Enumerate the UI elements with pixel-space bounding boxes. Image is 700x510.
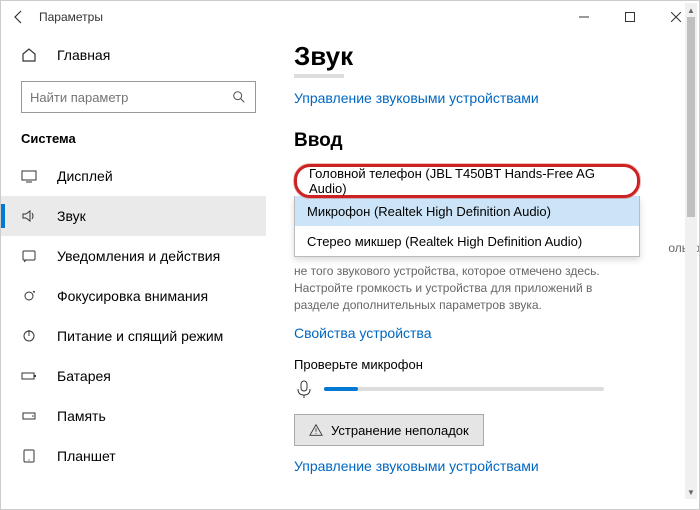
nav-label: Память xyxy=(57,408,106,424)
nav-label: Уведомления и действия xyxy=(57,248,220,264)
search-icon xyxy=(231,90,247,104)
home-label: Главная xyxy=(57,47,110,63)
manage-devices-link[interactable]: Управление звуковыми устройствами xyxy=(294,90,679,106)
storage-icon xyxy=(21,408,41,424)
dropdown-selected-text: Головной телефон (JBL T450BT Hands-Free … xyxy=(309,166,625,196)
device-properties-link[interactable]: Свойства устройства xyxy=(294,325,679,341)
test-mic-label: Проверьте микрофон xyxy=(294,357,679,372)
focus-icon xyxy=(21,288,41,304)
tablet-icon xyxy=(21,448,41,464)
sidebar-item-storage[interactable]: Память xyxy=(1,396,266,436)
troubleshoot-label: Устранение неполадок xyxy=(331,423,469,438)
manage-devices-link-2[interactable]: Управление звуковыми устройствами xyxy=(294,458,679,474)
power-icon xyxy=(21,328,41,344)
nav-label: Дисплей xyxy=(57,168,113,184)
battery-icon xyxy=(21,368,41,384)
sidebar-item-battery[interactable]: Батарея xyxy=(1,356,266,396)
nav-label: Звук xyxy=(57,208,86,224)
nav-label: Батарея xyxy=(57,368,111,384)
troubleshoot-button[interactable]: Устранение неполадок xyxy=(294,414,484,446)
sidebar-item-notifications[interactable]: Уведомления и действия xyxy=(1,236,266,276)
display-icon xyxy=(21,168,41,184)
scroll-down-icon[interactable]: ▼ xyxy=(685,485,697,499)
warning-icon xyxy=(309,423,323,437)
mic-test-row xyxy=(294,378,679,400)
nav-label: Фокусировка внимания xyxy=(57,288,208,304)
input-device-dropdown[interactable]: Головной телефон (JBL T450BT Hands-Free … xyxy=(294,164,640,257)
search-input[interactable] xyxy=(30,90,231,105)
notifications-icon xyxy=(21,248,41,264)
maximize-button[interactable] xyxy=(607,1,653,33)
dropdown-list: Микрофон (Realtek High Definition Audio)… xyxy=(294,196,640,257)
sidebar-item-sound[interactable]: Звук xyxy=(1,196,266,236)
dropdown-selected[interactable]: Головной телефон (JBL T450BT Hands-Free … xyxy=(294,164,640,198)
mic-level-fill xyxy=(324,387,358,391)
dropdown-option[interactable]: Микрофон (Realtek High Definition Audio) xyxy=(295,196,639,226)
content-area: Главная Система Дисплей Звук xyxy=(1,33,699,509)
sidebar-item-home[interactable]: Главная xyxy=(21,37,266,73)
home-icon xyxy=(21,47,41,63)
search-box[interactable] xyxy=(21,81,256,113)
window-controls xyxy=(561,1,699,33)
sidebar-item-display[interactable]: Дисплей xyxy=(1,156,266,196)
back-icon[interactable] xyxy=(9,7,29,27)
nav-label: Планшет xyxy=(57,448,116,464)
scroll-thumb[interactable] xyxy=(687,33,695,217)
scrollbar[interactable]: ▲ ▼ xyxy=(685,33,697,499)
sound-icon xyxy=(21,208,41,224)
sidebar-item-power[interactable]: Питание и спящий режим xyxy=(1,316,266,356)
sidebar: Главная Система Дисплей Звук xyxy=(1,33,266,509)
page-title: Звук xyxy=(294,41,679,72)
sidebar-item-focus[interactable]: Фокусировка внимания xyxy=(1,276,266,316)
main-content: Звук Управление звуковыми устройствами В… xyxy=(266,33,699,509)
minimize-button[interactable] xyxy=(561,1,607,33)
nav-list: Дисплей Звук Уведомления и действия Фоку… xyxy=(1,156,266,476)
settings-window: Параметры Главная Система xyxy=(0,0,700,510)
sidebar-item-tablet[interactable]: Планшет xyxy=(1,436,266,476)
window-title: Параметры xyxy=(39,10,103,24)
category-title: Система xyxy=(21,131,266,146)
option-text: Микрофон (Realtek High Definition Audio) xyxy=(307,204,551,219)
title-underline xyxy=(294,74,344,78)
option-text: Стерео микшер (Realtek High Definition A… xyxy=(307,234,582,249)
nav-label: Питание и спящий режим xyxy=(57,328,223,344)
input-section-title: Ввод xyxy=(294,130,679,152)
mic-level-bar xyxy=(324,387,604,391)
microphone-icon xyxy=(294,378,316,400)
help-text: не того звукового устройства, которое от… xyxy=(294,263,640,313)
titlebar: Параметры xyxy=(1,1,699,33)
dropdown-option[interactable]: Стерео микшер (Realtek High Definition A… xyxy=(295,226,639,256)
